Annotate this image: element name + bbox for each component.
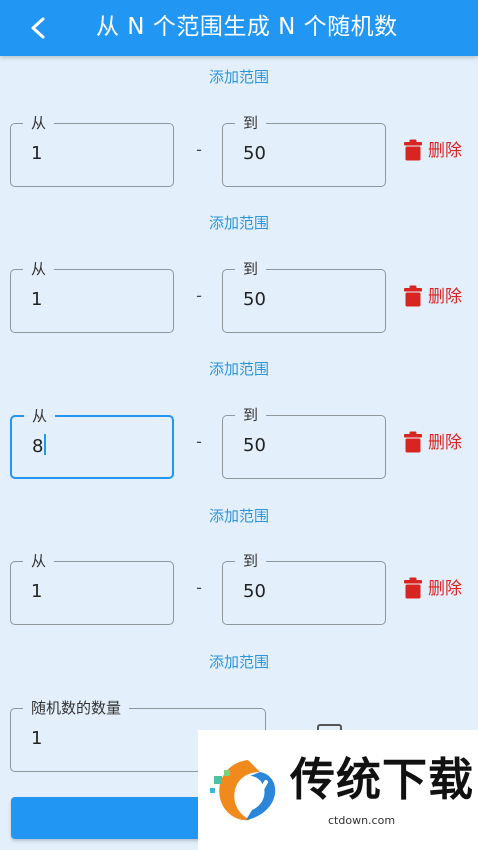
range-from-value: 1 (31, 289, 43, 310)
range-from-label: 从 (24, 405, 56, 427)
range-to-value: 50 (243, 289, 266, 310)
range-to-value: 50 (243, 143, 266, 164)
range-to-label: 到 (235, 112, 267, 134)
add-range-button[interactable]: 添加范围 (0, 67, 478, 87)
range-separator: - (196, 140, 202, 159)
range-to-field[interactable]: 到 50 (222, 550, 386, 625)
range-from-field[interactable]: 从 1 (10, 112, 174, 187)
range-to-value: 50 (243, 581, 266, 602)
trash-icon (404, 285, 422, 307)
trash-icon (404, 139, 422, 161)
back-arrow-icon[interactable] (22, 10, 58, 46)
range-from-label: 从 (23, 112, 55, 134)
add-range-button[interactable]: 添加范围 (0, 213, 478, 233)
range-from-field[interactable]: 从 1 (10, 550, 174, 625)
range-to-field[interactable]: 到 50 (222, 112, 386, 187)
text-cursor (44, 434, 47, 455)
range-to-field[interactable]: 到 50 (222, 404, 386, 479)
delete-label: 删除 (428, 287, 462, 307)
range-separator: - (196, 578, 202, 597)
range-from-field[interactable]: 从 8 (10, 405, 174, 479)
range-from-value: 1 (31, 581, 43, 602)
range-separator: - (196, 286, 202, 305)
range-from-field[interactable]: 从 1 (10, 258, 174, 333)
add-range-button[interactable]: 添加范围 (0, 506, 478, 526)
range-from-text: 8 (32, 436, 44, 457)
range-from-label: 从 (23, 258, 55, 280)
app-bar: 从 N 个范围生成 N 个随机数 (0, 0, 478, 56)
range-to-field[interactable]: 到 50 (222, 258, 386, 333)
random-count-value: 1 (31, 728, 43, 749)
range-from-value: 1 (31, 143, 43, 164)
watermark-logo-icon (210, 760, 276, 821)
delete-label: 删除 (428, 433, 462, 453)
watermark-url: ctdown.com (328, 814, 396, 827)
range-from-value: 8 (32, 434, 47, 460)
add-range-button[interactable]: 添加范围 (0, 359, 478, 379)
page-title: 从 N 个范围生成 N 个随机数 (96, 14, 398, 40)
random-count-label: 随机数的数量 (23, 697, 130, 719)
range-separator: - (196, 432, 202, 451)
range-to-label: 到 (235, 258, 267, 280)
range-to-label: 到 (235, 550, 267, 572)
range-to-value: 50 (243, 435, 266, 456)
watermark-brand: 传统下载 (290, 753, 475, 806)
range-from-label: 从 (23, 550, 55, 572)
watermark-overlay: 传统下载 ctdown.com (198, 730, 478, 850)
delete-label: 删除 (428, 141, 462, 161)
trash-icon (404, 577, 422, 599)
range-to-label: 到 (235, 404, 267, 426)
add-range-button[interactable]: 添加范围 (0, 652, 478, 672)
trash-icon (404, 431, 422, 453)
delete-label: 删除 (428, 579, 462, 599)
